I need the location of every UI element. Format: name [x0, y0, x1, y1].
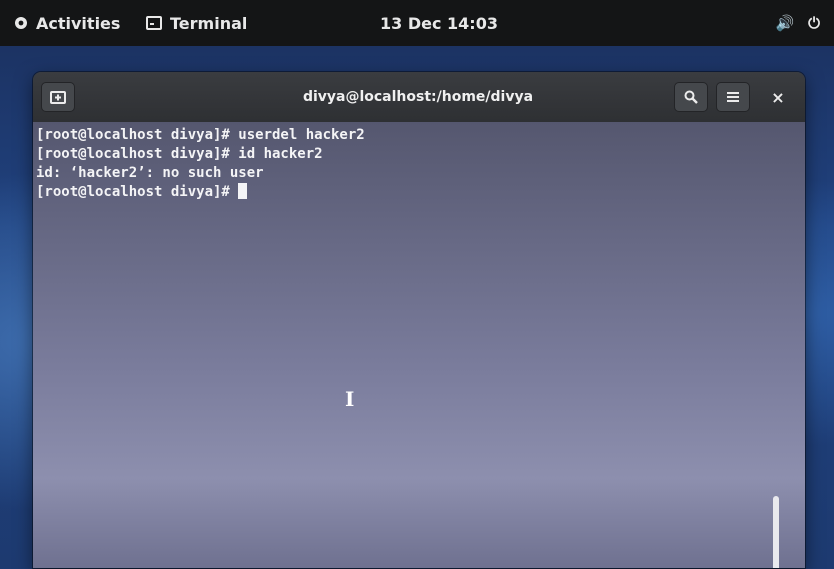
search-button[interactable] [674, 82, 708, 112]
terminal-prompt-line: [root@localhost divya]# [36, 183, 776, 202]
new-tab-button[interactable] [41, 82, 75, 112]
text-cursor [238, 183, 248, 199]
terminal-area[interactable]: [root@localhost divya]# userdel hacker2 [… [33, 122, 805, 568]
close-button[interactable]: × [761, 82, 795, 112]
new-tab-icon [50, 91, 66, 104]
close-icon: × [771, 87, 785, 107]
top-bar: Activities Terminal 13 Dec 14:03 🔊 ⏻ [0, 0, 834, 46]
activities-button[interactable]: Activities [14, 0, 120, 46]
terminal-app-menu[interactable]: Terminal [146, 0, 247, 46]
terminal-icon [146, 16, 162, 30]
clock[interactable]: 13 Dec 14:03 [380, 0, 498, 46]
volume-icon: 🔊 [775, 14, 795, 32]
search-icon [684, 90, 698, 104]
terminal-prompt: [root@localhost divya]# [36, 184, 239, 200]
app-menu-label: Terminal [170, 13, 248, 33]
activities-label: Activities [36, 13, 121, 33]
power-icon: ⏻ [808, 14, 820, 32]
system-status-area[interactable]: 🔊 ⏻ [761, 0, 820, 46]
hamburger-menu-icon [727, 92, 739, 102]
header-bar: divya@localhost:/home/divya × [33, 72, 805, 123]
terminal-line: id: ‘hacker2’: no such user [36, 165, 264, 181]
scrollbar[interactable] [773, 496, 779, 568]
window-title: divya@localhost:/home/divya [302, 89, 534, 105]
terminal-output: [root@localhost divya]# userdel hacker2 [… [36, 126, 776, 202]
terminal-line: [root@localhost divya]# id hacker2 [36, 146, 323, 162]
menu-button[interactable] [716, 82, 750, 112]
activities-logo-icon [15, 17, 27, 29]
terminal-window: divya@localhost:/home/divya × [root@loca… [33, 72, 805, 568]
terminal-line: [root@localhost divya]# userdel hacker2 [36, 127, 365, 143]
mouse-ibeam-cursor: I [345, 387, 355, 411]
